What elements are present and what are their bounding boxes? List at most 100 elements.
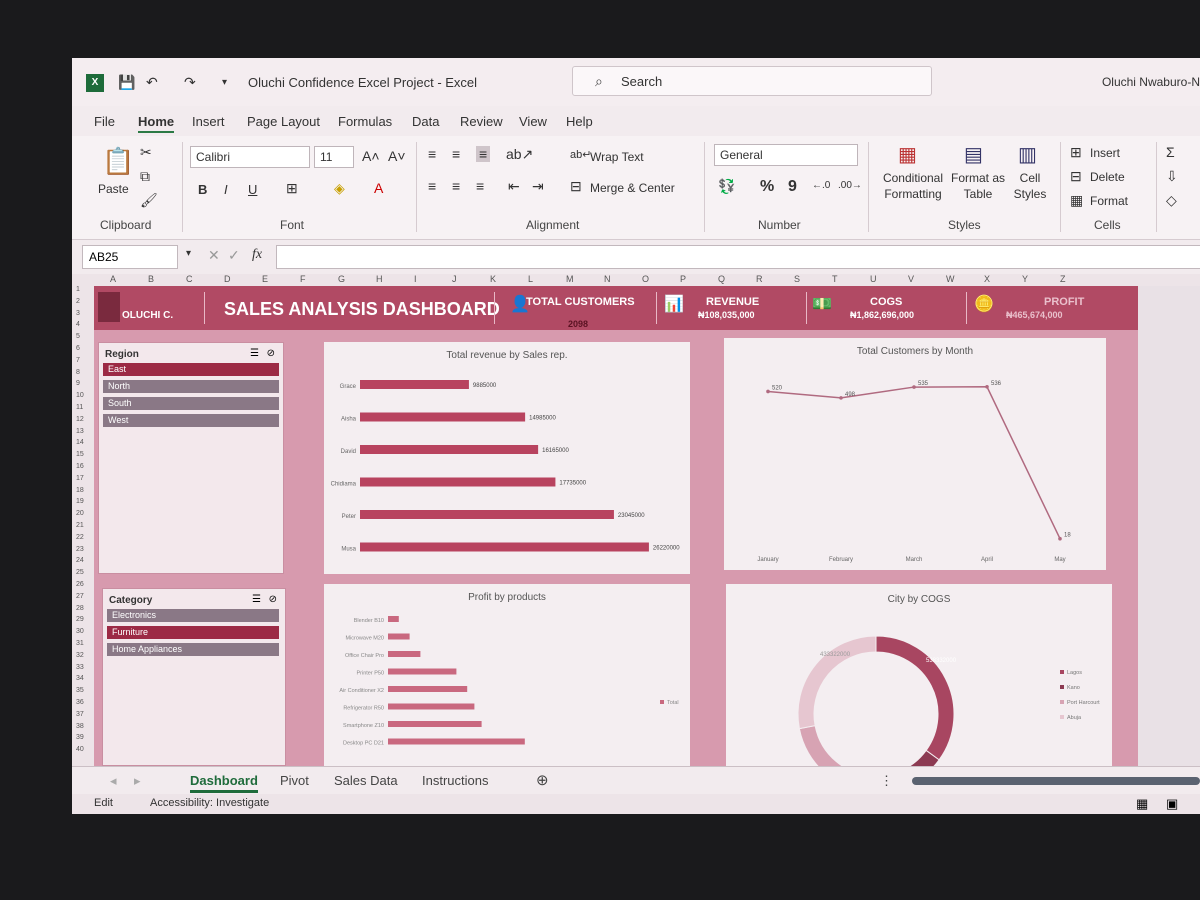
decrease-decimal-icon[interactable]: .00→	[838, 180, 862, 191]
italic-button[interactable]: I	[224, 182, 228, 197]
conditional-formatting-button[interactable]: Conditional Formatting	[878, 170, 948, 202]
row-header[interactable]: 3	[76, 310, 80, 317]
tab-view[interactable]: View	[519, 114, 547, 129]
row-header[interactable]: 23	[76, 546, 84, 553]
search-input[interactable]: ⌕ Search	[572, 66, 932, 96]
align-right-icon[interactable]: ≡	[476, 178, 484, 194]
column-header[interactable]: F	[300, 274, 306, 284]
horizontal-scrollbar[interactable]	[912, 777, 1200, 785]
row-header[interactable]: 8	[76, 369, 80, 376]
copy-icon[interactable]: ⧉	[140, 168, 150, 185]
column-header[interactable]: X	[984, 274, 990, 284]
slicer-item-west[interactable]: West	[103, 414, 279, 427]
column-header[interactable]: T	[832, 274, 838, 284]
slicer-item-furniture[interactable]: Furniture	[107, 626, 279, 639]
align-middle-icon[interactable]: ≡	[452, 146, 460, 162]
column-header[interactable]: R	[756, 274, 763, 284]
sheet-tab-dashboard[interactable]: Dashboard	[190, 773, 258, 793]
column-header[interactable]: G	[338, 274, 345, 284]
slicer-item-east[interactable]: East	[103, 363, 279, 376]
column-header[interactable]: V	[908, 274, 914, 284]
column-header[interactable]: Y	[1022, 274, 1028, 284]
comma-style-button[interactable]: 9	[788, 178, 797, 196]
column-header[interactable]: E	[262, 274, 268, 284]
row-header[interactable]: 26	[76, 581, 84, 588]
tab-help[interactable]: Help	[566, 114, 593, 129]
prev-sheet-icon[interactable]: ◂	[110, 773, 117, 789]
row-header[interactable]: 13	[76, 428, 84, 435]
name-box-dropdown-icon[interactable]: ▾	[186, 248, 191, 259]
row-header[interactable]: 2	[76, 298, 80, 305]
row-header[interactable]: 6	[76, 345, 80, 352]
row-header[interactable]: 40	[76, 746, 84, 753]
column-header[interactable]: U	[870, 274, 877, 284]
currency-icon[interactable]: 💱	[718, 178, 735, 195]
column-header[interactable]: A	[110, 274, 116, 284]
format-cells-button[interactable]: Format	[1090, 194, 1128, 208]
delete-cells-button[interactable]: Delete	[1090, 170, 1125, 184]
column-header[interactable]: O	[642, 274, 649, 284]
bold-button[interactable]: B	[198, 182, 207, 197]
paste-button[interactable]: Paste	[98, 182, 129, 196]
quick-access-dropdown-icon[interactable]: ▾	[222, 77, 227, 88]
row-header[interactable]: 22	[76, 534, 84, 541]
column-header[interactable]: M	[566, 274, 574, 284]
column-header[interactable]: K	[490, 274, 496, 284]
paste-icon[interactable]: 📋	[102, 146, 134, 177]
more-options-icon[interactable]: ⋮	[880, 773, 893, 789]
insert-function-button[interactable]: fx	[252, 247, 262, 263]
cut-icon[interactable]: ✂	[140, 144, 152, 161]
tab-insert[interactable]: Insert	[192, 114, 225, 129]
undo-icon[interactable]: ↶	[146, 74, 158, 91]
row-header[interactable]: 19	[76, 498, 84, 505]
row-header[interactable]: 33	[76, 664, 84, 671]
column-header[interactable]: Q	[718, 274, 725, 284]
clear-filter-icon[interactable]: ⊘	[269, 594, 277, 605]
next-sheet-icon[interactable]: ▸	[134, 773, 141, 789]
align-bottom-icon[interactable]: ≡	[476, 146, 491, 162]
column-header[interactable]: B	[148, 274, 154, 284]
row-header[interactable]: 25	[76, 569, 84, 576]
row-header[interactable]: 38	[76, 723, 84, 730]
align-center-icon[interactable]: ≡	[452, 178, 460, 194]
name-box[interactable]: AB25	[82, 245, 178, 269]
align-top-icon[interactable]: ≡	[428, 146, 436, 162]
row-header[interactable]: 1	[76, 286, 80, 293]
save-icon[interactable]: 💾	[118, 74, 135, 91]
increase-font-icon[interactable]: A˄	[362, 148, 380, 164]
row-header[interactable]: 32	[76, 652, 84, 659]
column-header[interactable]: Z	[1060, 274, 1066, 284]
row-header[interactable]: 14	[76, 439, 84, 446]
wrap-text-button[interactable]: Wrap Text	[590, 150, 644, 164]
row-header[interactable]: 4	[76, 321, 80, 328]
row-header[interactable]: 34	[76, 675, 84, 682]
cell-styles-button[interactable]: Cell Styles	[1012, 170, 1048, 202]
user-name[interactable]: Oluchi Nwaburo-N	[1102, 75, 1200, 89]
tab-home[interactable]: Home	[138, 114, 175, 133]
formula-input[interactable]	[276, 245, 1200, 269]
customers-by-month-chart[interactable]: Total Customers by Month 520 January 498 Fe…	[724, 338, 1106, 570]
add-sheet-icon[interactable]: ⊕	[536, 771, 549, 789]
tab-page-layout[interactable]: Page Layout	[247, 114, 320, 129]
row-header[interactable]: 9	[76, 380, 80, 387]
cancel-icon[interactable]: ✕	[208, 247, 220, 264]
merge-center-button[interactable]: Merge & Center	[590, 181, 675, 195]
row-header[interactable]: 16	[76, 463, 84, 470]
row-header[interactable]: 37	[76, 711, 84, 718]
row-header[interactable]: 7	[76, 357, 80, 364]
row-header[interactable]: 35	[76, 687, 84, 694]
row-header[interactable]: 30	[76, 628, 84, 635]
column-header[interactable]: N	[604, 274, 611, 284]
slicer-item-north[interactable]: North	[103, 380, 279, 393]
percent-button[interactable]: %	[760, 178, 774, 196]
row-header[interactable]: 5	[76, 333, 80, 340]
clear-icon[interactable]: ◇	[1166, 192, 1177, 209]
font-size-select[interactable]: 11	[314, 146, 354, 168]
increase-decimal-icon[interactable]: ←.0	[812, 180, 830, 191]
fill-icon[interactable]: ⇩	[1166, 168, 1178, 185]
column-header[interactable]: L	[528, 274, 533, 284]
city-by-cogs-chart[interactable]: City by COGS 433322000 538332000 Lagos Kano…	[726, 584, 1112, 766]
align-left-icon[interactable]: ≡	[428, 178, 436, 194]
slicer-item-electronics[interactable]: Electronics	[107, 609, 279, 622]
page-layout-view-icon[interactable]: ▣	[1166, 796, 1178, 812]
